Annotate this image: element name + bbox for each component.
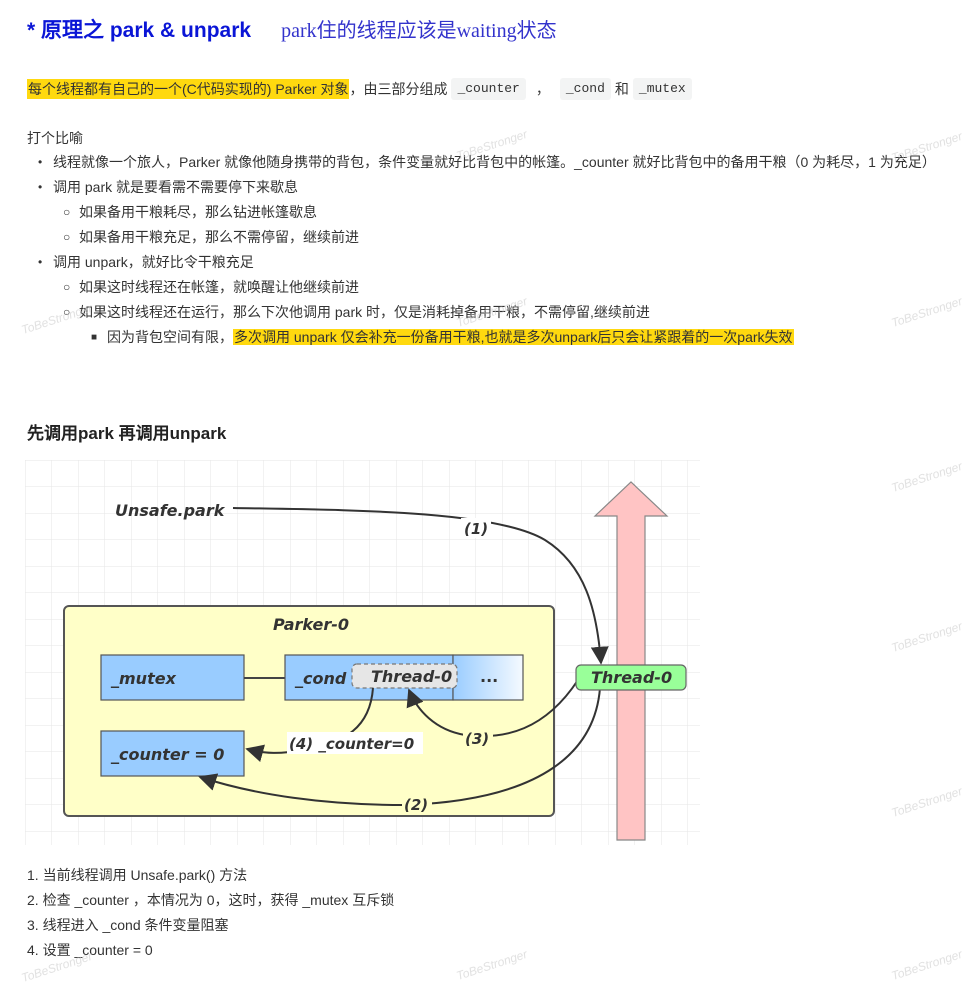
list-item: • 线程就像一个旅人，Parker 就像他随身携带的背包，条件变量就好比背包中的…	[27, 150, 947, 175]
list-item-highlight: 多次调用 unpark 仅会补充一份备用干粮,也就是多次unpark后只会让紧跟…	[233, 329, 794, 345]
list-item: ○ 如果备用干粮充足，那么不需停留，继续前进	[27, 225, 947, 250]
cond-more-label: ...	[480, 667, 498, 686]
analogy-list: • 线程就像一个旅人，Parker 就像他随身携带的背包，条件变量就好比背包中的…	[27, 150, 947, 350]
list-item: ○ 如果这时线程还在运行，那么下次他调用 park 时，仅是消耗掉备用干粮，不需…	[27, 300, 947, 325]
step-item: 4. 设置 _counter = 0	[27, 942, 153, 958]
arrow-label-1: (1)	[464, 520, 488, 538]
list-item-text: 如果这时线程还在运行，那么下次他调用 park 时，仅是消耗掉备用干粮，不需停留…	[79, 304, 650, 320]
page-title: * 原理之 park & unpark	[27, 19, 252, 42]
unsafe-park-label: Unsafe.park	[115, 501, 226, 520]
intro-sep: ，	[535, 81, 550, 97]
bullet-circle: ○	[63, 230, 71, 244]
bullet-dot: •	[38, 180, 43, 194]
title-annotation: park住的线程应该是waiting状态	[281, 20, 557, 42]
watermark: ToBeStronger	[889, 618, 963, 656]
step-item: 2. 检查 _counter ，本情况为 0，这时，获得 _mutex 互斥锁	[27, 892, 395, 908]
watermark: ToBeStronger	[454, 946, 529, 984]
code-mutex: _mutex	[632, 78, 692, 100]
step-item: 3. 线程进入 _cond 条件变量阻塞	[27, 917, 229, 933]
arrow-label-3: (3)	[465, 730, 489, 748]
list-item-text: 如果这时线程还在帐篷，就唤醒让他继续前进	[79, 279, 359, 295]
watermark: ToBeStronger	[889, 458, 963, 496]
list-item: ○ 如果这时线程还在帐篷，就唤醒让他继续前进	[27, 275, 947, 300]
bullet-dot: •	[38, 155, 43, 169]
parker-label: Parker-0	[273, 615, 349, 634]
intro-paragraph: 每个线程都有自己的一个(C代码实现的) Parker 对象 ，由三部分组成 _c…	[27, 78, 696, 100]
arrow-label-2: (2)	[404, 796, 428, 814]
step-item: 1. 当前线程调用 Unsafe.park() 方法	[27, 867, 248, 883]
list-item-text: 如果备用干粮充足，那么不需停留，继续前进	[79, 229, 359, 245]
bullet-dot: •	[38, 255, 43, 269]
code-counter: _counter	[451, 78, 526, 100]
list-item-text: 调用 park 就是要看需不需要停下来歇息	[53, 179, 299, 195]
bullet-square: ■	[91, 332, 98, 343]
mutex-label: _mutex	[110, 669, 177, 688]
analogy-title: 打个比喻	[27, 130, 83, 146]
bullet-circle: ○	[63, 305, 71, 319]
title-row: * 原理之 park & unpark park住的线程应该是waiting状态	[27, 14, 557, 44]
parker-box	[63, 605, 555, 817]
watermark: ToBeStronger	[889, 946, 963, 984]
counter-label: _counter = 0	[110, 745, 224, 764]
watermark: ToBeStronger	[889, 783, 963, 821]
list-item-text: 线程就像一个旅人，Parker 就像他随身携带的背包，条件变量就好比背包中的帐篷…	[53, 154, 936, 170]
intro-text: ，由三部分组成	[349, 81, 448, 97]
list-item: ○ 如果备用干粮耗尽，那么钻进帐篷歇息	[27, 200, 947, 225]
thread-node-label: Thread-0	[591, 668, 672, 687]
park-diagram: Unsafe.park Parker-0 _mutex _cond Thread…	[25, 460, 700, 845]
list-item-text: 因为背包空间有限，	[107, 329, 233, 345]
list-item-text: 调用 unpark，就好比令干粮充足	[53, 254, 254, 270]
steps-list: 1. 当前线程调用 Unsafe.park() 方法 2. 检查 _counte…	[27, 863, 394, 963]
list-item: ■ 因为背包空间有限，多次调用 unpark 仅会补充一份备用干粮,也就是多次u…	[27, 325, 947, 350]
list-item-text: 如果备用干粮耗尽，那么钻进帐篷歇息	[79, 204, 317, 220]
intro-highlight: 每个线程都有自己的一个(C代码实现的) Parker 对象	[27, 79, 350, 99]
cond-thread-label: Thread-0	[371, 667, 452, 686]
intro-and: 和	[614, 81, 629, 97]
cond-label: _cond	[294, 669, 347, 688]
list-item: • 调用 park 就是要看需不需要停下来歇息	[27, 175, 947, 200]
bullet-circle: ○	[63, 205, 71, 219]
code-cond: _cond	[559, 78, 611, 100]
section-heading: 先调用park 再调用unpark	[27, 424, 227, 443]
bullet-circle: ○	[63, 280, 71, 294]
list-item: • 调用 unpark，就好比令干粮充足	[27, 250, 947, 275]
arrow-label-4: (4) _counter=0	[289, 735, 414, 753]
